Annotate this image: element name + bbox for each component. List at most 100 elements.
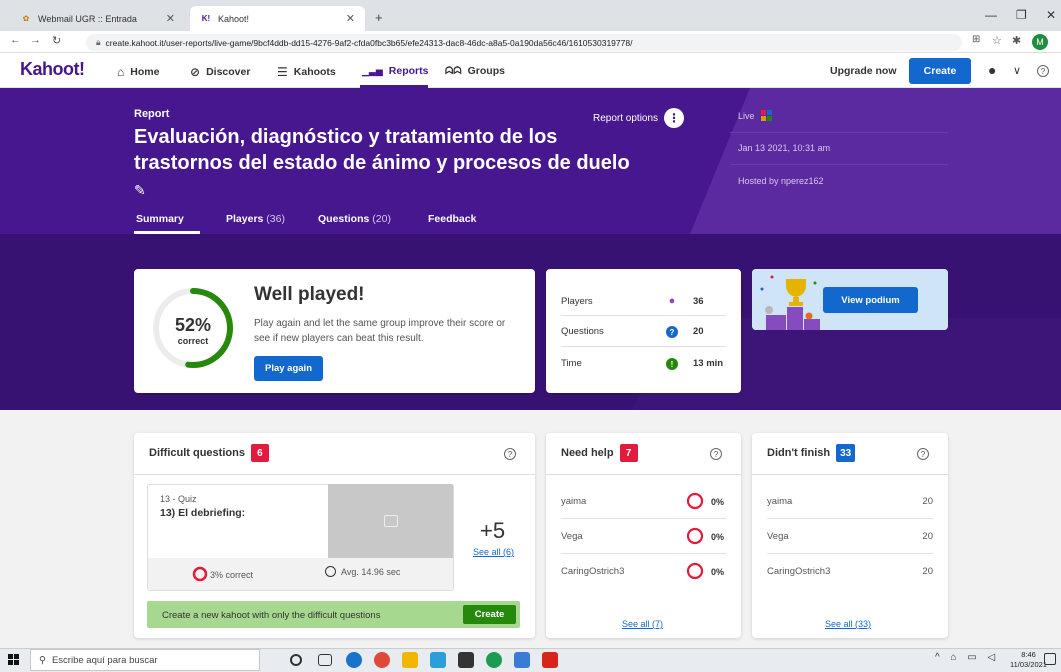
avg-time-text: Avg. 14.96 sec <box>341 566 401 577</box>
timer-icon <box>325 566 336 577</box>
didnt-finish-player-name[interactable]: yaima <box>767 496 792 507</box>
chevron-down-icon[interactable]: ∨ <box>1013 64 1021 77</box>
translate-icon[interactable]: ⊞ <box>972 34 980 45</box>
stat-players-label: Players <box>561 296 593 307</box>
tab-label: Questions <box>318 213 370 225</box>
game-host: Hosted by nperez162 <box>738 176 824 186</box>
player-score-ring <box>686 492 704 510</box>
report-options-label: Report options <box>593 112 659 124</box>
create-button[interactable]: Create <box>909 58 971 84</box>
clock-icon: ! <box>666 358 678 370</box>
help-icon[interactable]: ? <box>917 448 929 460</box>
close-tab-icon[interactable]: ✕ <box>346 12 355 25</box>
meta-divider <box>730 132 948 133</box>
live-game-icon <box>760 110 772 121</box>
see-all-need-help-link[interactable]: See all (7) <box>622 619 663 629</box>
stat-questions-value: 20 <box>693 326 704 337</box>
report-title: Evaluación, diagnóstico y tratamiento de… <box>134 124 634 203</box>
browser-tab-webmail[interactable]: ✿ Webmail UGR :: Entrada ✕ <box>10 6 185 31</box>
url-field[interactable]: 🔒︎ create.kahoot.it/user-reports/live-ga… <box>86 34 962 51</box>
summary-text: Play again and let the same group improv… <box>254 318 506 344</box>
question-image-placeholder <box>328 484 453 558</box>
tab-label: Feedback <box>428 213 477 225</box>
acrobat-icon[interactable] <box>542 652 558 668</box>
card-title-text: Didn't finish <box>767 447 831 459</box>
close-tab-icon[interactable]: ✕ <box>166 12 175 25</box>
tab-title: Kahoot! <box>218 13 250 24</box>
player-icon: ● <box>668 295 676 307</box>
help-icon[interactable]: ? <box>504 448 516 460</box>
report-options-button[interactable]: Report options ⋮ <box>593 108 685 128</box>
need-help-title: Need help 7 <box>561 444 638 462</box>
outlook-icon[interactable] <box>514 652 530 668</box>
profile-avatar[interactable]: M <box>1032 34 1048 50</box>
didnt-finish-player-answers: 20 <box>922 496 933 507</box>
nav-kahoots[interactable]: ☰ Kahoots <box>277 65 336 79</box>
play-again-button[interactable]: Play again <box>254 356 323 381</box>
nav-home[interactable]: ⌂ Home <box>117 65 159 79</box>
edge-icon[interactable] <box>346 652 362 668</box>
need-help-player-name[interactable]: yaima <box>561 496 586 507</box>
didnt-finish-title: Didn't finish 33 <box>767 444 856 462</box>
edit-pencil-icon[interactable]: ✎ <box>134 182 146 198</box>
windows-start-icon[interactable] <box>8 654 19 665</box>
need-help-player-name[interactable]: CaringOstrich3 <box>561 566 624 577</box>
bookmark-star-icon[interactable]: ☆ <box>992 34 1002 47</box>
chrome-icon[interactable] <box>374 652 390 668</box>
clock-date: 11/03/2021 <box>1010 660 1047 669</box>
taskbar-search[interactable]: ⚲ Escribe aquí para buscar <box>30 649 260 671</box>
view-podium-button[interactable]: View podium <box>823 287 918 313</box>
nav-label: Home <box>130 66 160 78</box>
minimize-icon[interactable]: — <box>985 8 997 22</box>
cortana-icon[interactable] <box>290 654 302 666</box>
system-tray-icons[interactable]: ^ ⌂ ▭ ◁ <box>935 652 999 663</box>
tab-summary[interactable]: Summary <box>136 213 184 225</box>
taskbar-clock[interactable]: 8:46 11/03/2021 <box>1010 650 1047 670</box>
create-difficult-kahoot-button[interactable]: Create <box>463 605 516 624</box>
file-explorer-icon[interactable] <box>402 652 418 668</box>
tab-feedback[interactable]: Feedback <box>428 213 476 225</box>
stat-players-value: 36 <box>693 296 704 307</box>
browser-tab-kahoot[interactable]: K! Kahoot! ✕ <box>190 6 365 31</box>
kahoot-logo[interactable]: Kahoot! <box>20 59 85 80</box>
close-window-icon[interactable]: ✕ <box>1046 8 1056 22</box>
didnt-finish-player-name[interactable]: CaringOstrich3 <box>767 566 830 577</box>
reload-icon[interactable]: ↻ <box>52 34 61 47</box>
row-divider <box>561 553 726 554</box>
chrome-profile-icon[interactable] <box>486 652 502 668</box>
see-all-didnt-finish-link[interactable]: See all (33) <box>825 619 871 629</box>
nav-groups[interactable]: ᗣᗣ Groups <box>445 65 505 77</box>
restore-icon[interactable]: ❐ <box>1016 8 1027 22</box>
nav-reports[interactable]: ▁▃▅ Reports <box>362 65 428 77</box>
report-label: Report <box>134 108 170 120</box>
task-view-icon[interactable] <box>318 654 332 666</box>
nav-discover[interactable]: ⊘ Discover <box>190 65 250 79</box>
row-divider <box>561 518 726 519</box>
extensions-icon[interactable]: ✱ <box>1012 34 1021 47</box>
help-icon[interactable]: ? <box>1037 65 1049 77</box>
user-icon[interactable]: ● <box>988 62 996 78</box>
compass-icon: ⊘ <box>190 65 201 79</box>
question-icon: ? <box>666 326 678 338</box>
tab-players[interactable]: Players (36) <box>226 213 285 225</box>
url-text: create.kahoot.it/user-reports/live-game/… <box>105 37 633 48</box>
tab-questions[interactable]: Questions (20) <box>318 213 391 225</box>
live-label: Live <box>738 110 772 121</box>
stat-divider <box>561 346 726 347</box>
nav-label: Kahoots <box>293 66 336 78</box>
notifications-icon[interactable] <box>1044 653 1056 665</box>
correct-percent: 52% <box>174 315 212 335</box>
help-icon[interactable]: ? <box>710 448 722 460</box>
new-tab-button[interactable]: + <box>375 10 383 25</box>
need-help-player-name[interactable]: Vega <box>561 531 583 542</box>
tab-label: Players <box>226 213 264 225</box>
forward-icon[interactable]: → <box>30 34 41 46</box>
nav-label: Groups <box>467 65 505 77</box>
store-icon[interactable] <box>458 652 474 668</box>
upgrade-link[interactable]: Upgrade now <box>830 65 897 77</box>
app-icon[interactable] <box>430 652 446 668</box>
didnt-finish-player-name[interactable]: Vega <box>767 531 789 542</box>
see-all-difficult-link[interactable]: See all (6) <box>473 547 514 557</box>
back-icon[interactable]: ← <box>10 34 21 46</box>
question-name: 13) El debriefing: <box>160 507 246 519</box>
